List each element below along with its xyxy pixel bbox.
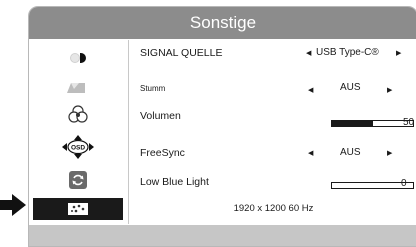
volume-value: 50	[403, 117, 415, 128]
mute-selector[interactable]: ◀ AUS ▶	[305, 82, 415, 96]
low-blue-light-value: 0	[401, 178, 407, 189]
misc-icon	[68, 203, 88, 215]
arrow-left-icon[interactable]: ◀	[306, 49, 311, 57]
signal-source-label: SIGNAL QUELLE	[140, 47, 223, 59]
reset-icon	[69, 171, 87, 189]
freesync-selector[interactable]: ◀ AUS ▶	[305, 147, 415, 161]
arrow-right-icon[interactable]: ▶	[387, 149, 392, 157]
footer-bar	[29, 225, 416, 246]
menu-title: Sonstige	[29, 7, 416, 39]
osd-menu: Sonstige OSD SIGNAL QUELLE ◀ USB Type-C®…	[28, 6, 416, 247]
resolution-status: 1920 x 1200 60 Hz	[233, 203, 314, 214]
sidebar-item-misc[interactable]	[33, 198, 123, 220]
pointer-arrow-icon	[0, 194, 26, 216]
sidebar-item-reset[interactable]	[33, 169, 123, 191]
settings-panel: SIGNAL QUELLE ◀ USB Type-C® ▶ Stumm ◀ AU…	[128, 40, 416, 224]
arrow-right-icon[interactable]: ▶	[387, 86, 392, 94]
low-blue-light-label: Low Blue Light	[140, 176, 209, 188]
mute-label: Stumm	[140, 84, 166, 93]
sidebar-item-color[interactable]	[33, 103, 123, 125]
signal-source-selector[interactable]: ◀ USB Type-C® ▶	[305, 47, 415, 61]
mute-value: AUS	[340, 82, 361, 93]
freesync-value: AUS	[340, 147, 361, 158]
arrow-left-icon[interactable]: ◀	[308, 86, 313, 94]
sidebar-item-brightness[interactable]	[33, 47, 123, 69]
sidebar: OSD	[29, 40, 128, 224]
arrow-left-icon[interactable]: ◀	[308, 149, 313, 157]
volume-slider[interactable]	[331, 120, 414, 127]
sidebar-item-image[interactable]	[33, 77, 123, 99]
volume-label: Volumen	[140, 110, 181, 122]
color-icon	[68, 105, 88, 123]
volume-slider-fill	[332, 121, 373, 126]
sidebar-item-osd[interactable]: OSD	[33, 135, 123, 159]
arrow-right-icon[interactable]: ▶	[396, 49, 401, 57]
osd-icon-label: OSD	[71, 145, 85, 152]
image-icon	[67, 83, 85, 93]
signal-source-value: USB Type-C®	[316, 47, 379, 58]
freesync-label: FreeSync	[140, 147, 185, 159]
osd-icon: OSD	[62, 135, 94, 159]
brightness-icon	[70, 53, 86, 63]
